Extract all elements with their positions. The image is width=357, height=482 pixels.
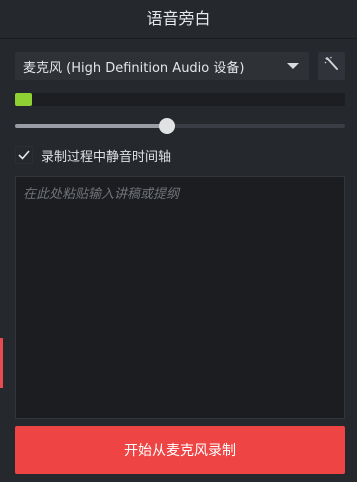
mute-timeline-label: 录制过程中静音时间轴 xyxy=(41,149,172,165)
voice-narration-panel: 语音旁白 麦克风 (High Definition Audio 设备) 录制过程… xyxy=(0,0,357,482)
script-textarea[interactable]: 在此处粘贴输入讲稿或提纲 xyxy=(15,176,345,419)
panel-title: 语音旁白 xyxy=(146,9,211,28)
start-recording-label: 开始从麦克风录制 xyxy=(124,443,236,459)
microphone-select[interactable]: 麦克风 (High Definition Audio 设备) xyxy=(15,52,309,80)
title-divider xyxy=(0,38,357,39)
script-placeholder: 在此处粘贴输入讲稿或提纲 xyxy=(23,187,180,202)
mute-timeline-checkbox[interactable] xyxy=(15,146,33,164)
input-level-fill xyxy=(15,93,32,106)
auto-level-button[interactable] xyxy=(318,52,345,80)
volume-slider-thumb[interactable] xyxy=(158,118,175,134)
left-edge-accent xyxy=(0,338,3,388)
input-level-meter xyxy=(15,93,345,106)
microphone-select-value: 麦克风 (High Definition Audio 设备) xyxy=(23,60,245,76)
magic-wand-icon xyxy=(324,56,340,76)
checkmark-icon xyxy=(18,150,30,160)
start-recording-button[interactable]: 开始从麦克风录制 xyxy=(15,426,345,474)
volume-slider[interactable] xyxy=(15,118,345,134)
mute-timeline-option[interactable]: 录制过程中静音时间轴 xyxy=(15,145,171,165)
volume-slider-fill xyxy=(15,124,167,128)
chevron-down-icon xyxy=(287,63,299,69)
